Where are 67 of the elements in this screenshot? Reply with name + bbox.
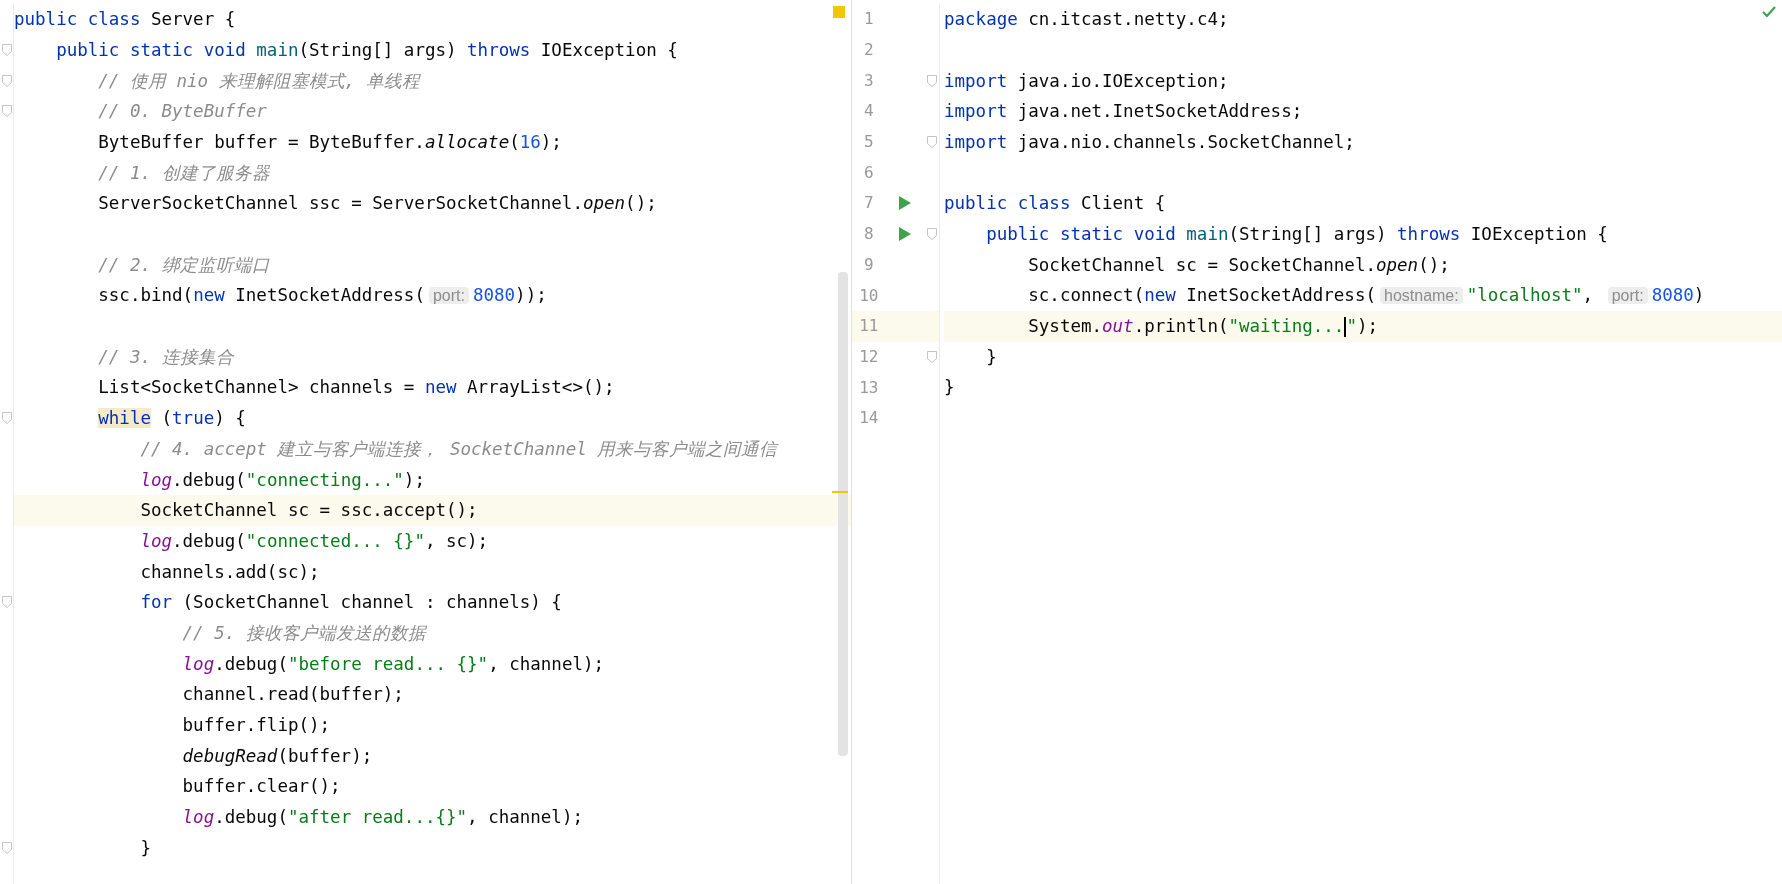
code-line: // 0. ByteBuffer — [97, 100, 267, 124]
line-number: 6 — [863, 161, 875, 184]
code-line: // 3. 连接集合 — [97, 345, 234, 369]
code-line: log.debug("before read... {}", channel); — [181, 652, 605, 676]
line-number: 12 — [858, 345, 880, 368]
line-number: 8 — [863, 223, 875, 246]
code-line: log.debug("connected... {}", sc); — [139, 529, 489, 553]
code-line: buffer.clear(); — [181, 775, 341, 799]
fold-icon[interactable] — [927, 228, 938, 241]
code-line: buffer.flip(); — [181, 714, 331, 738]
line-number: 11 — [858, 315, 880, 338]
run-icon[interactable] — [899, 227, 912, 242]
code-line: List<SocketChannel> channels = new ArrayList<>(); — [97, 376, 615, 400]
fold-icon[interactable] — [1, 44, 12, 57]
fold-icon[interactable] — [1, 74, 12, 87]
fold-icon[interactable] — [1, 596, 12, 609]
code-line: // 2. 绑定监听端口 — [97, 253, 270, 277]
code-line: package cn.itcast.netty.c4; — [944, 8, 1229, 32]
line-number: 7 — [863, 192, 875, 215]
code-line: for (SocketChannel channel : channels) { — [139, 591, 562, 615]
code-line: debugRead(buffer); — [181, 744, 373, 768]
line-number: 2 — [863, 39, 875, 62]
code-line: } — [944, 376, 955, 400]
code-line: SocketChannel sc = SocketChannel.open(); — [1027, 253, 1450, 277]
code-line: ByteBuffer buffer = ByteBuffer.allocate(16); — [97, 130, 562, 154]
line-number: 4 — [863, 100, 875, 123]
warning-marker-icon[interactable] — [833, 6, 845, 18]
code-line: } — [985, 345, 997, 369]
line-number: 9 — [863, 253, 875, 276]
fold-icon[interactable] — [1, 105, 12, 118]
code-line: } — [139, 836, 151, 860]
line-number: 3 — [863, 69, 875, 92]
code-line: log.debug("connecting..."); — [139, 468, 425, 492]
code-line: System.out.println("waiting..."); — [1027, 315, 1378, 340]
code-line: import java.nio.channels.SocketChannel; — [944, 130, 1355, 154]
code-line: // 使用 nio 来理解阻塞模式, 单线程 — [97, 69, 420, 93]
line-number: 10 — [858, 284, 880, 307]
code-line: ServerSocketChannel ssc = ServerSocketChannel.open(); — [97, 192, 657, 216]
code-line: ssc.bind(new InetSocketAddress( port: 8080)); — [97, 284, 547, 308]
code-line: public static void main(String[] args) throws IOException { — [55, 38, 678, 62]
check-icon[interactable] — [1762, 6, 1776, 18]
fold-icon[interactable] — [1, 841, 12, 854]
fold-icon[interactable] — [927, 350, 938, 363]
line-number: 1 — [863, 8, 875, 31]
fold-icon[interactable] — [1, 412, 12, 425]
fold-icon[interactable] — [927, 136, 938, 149]
code-line: log.debug("after read...{}", channel); — [181, 806, 583, 830]
line-number: 13 — [858, 376, 880, 399]
scroll-marker-icon — [832, 491, 848, 493]
code-line: sc.connect(new InetSocketAddress( hostname: "localhost", port: 8080) — [1027, 284, 1705, 308]
code-line: SocketChannel sc = ssc.accept(); — [139, 499, 478, 523]
code-line: // 4. accept 建立与客户端连接， SocketChannel 用来与客户端之间通信 — [139, 437, 778, 461]
code-line: public static void main(String[] args) throws IOException { — [985, 223, 1608, 247]
fold-icon[interactable] — [927, 74, 938, 87]
line-number: 14 — [858, 407, 880, 430]
code-line: channel.read(buffer); — [181, 683, 404, 707]
code-line: // 1. 创建了服务器 — [97, 161, 270, 185]
scrollbar-thumb[interactable] — [838, 272, 848, 756]
code-line: while (true) { — [97, 407, 246, 431]
code-line: public class Server { — [14, 8, 236, 32]
run-icon[interactable] — [899, 196, 912, 211]
code-line: import java.net.InetSocketAddress; — [944, 100, 1303, 124]
line-number: 5 — [863, 131, 875, 154]
code-line: public class Client { — [944, 192, 1166, 216]
code-line: channels.add(sc); — [139, 560, 320, 584]
code-line: import java.io.IOException; — [944, 69, 1229, 93]
code-line: // 5. 接收客户端发送的数据 — [181, 621, 426, 645]
